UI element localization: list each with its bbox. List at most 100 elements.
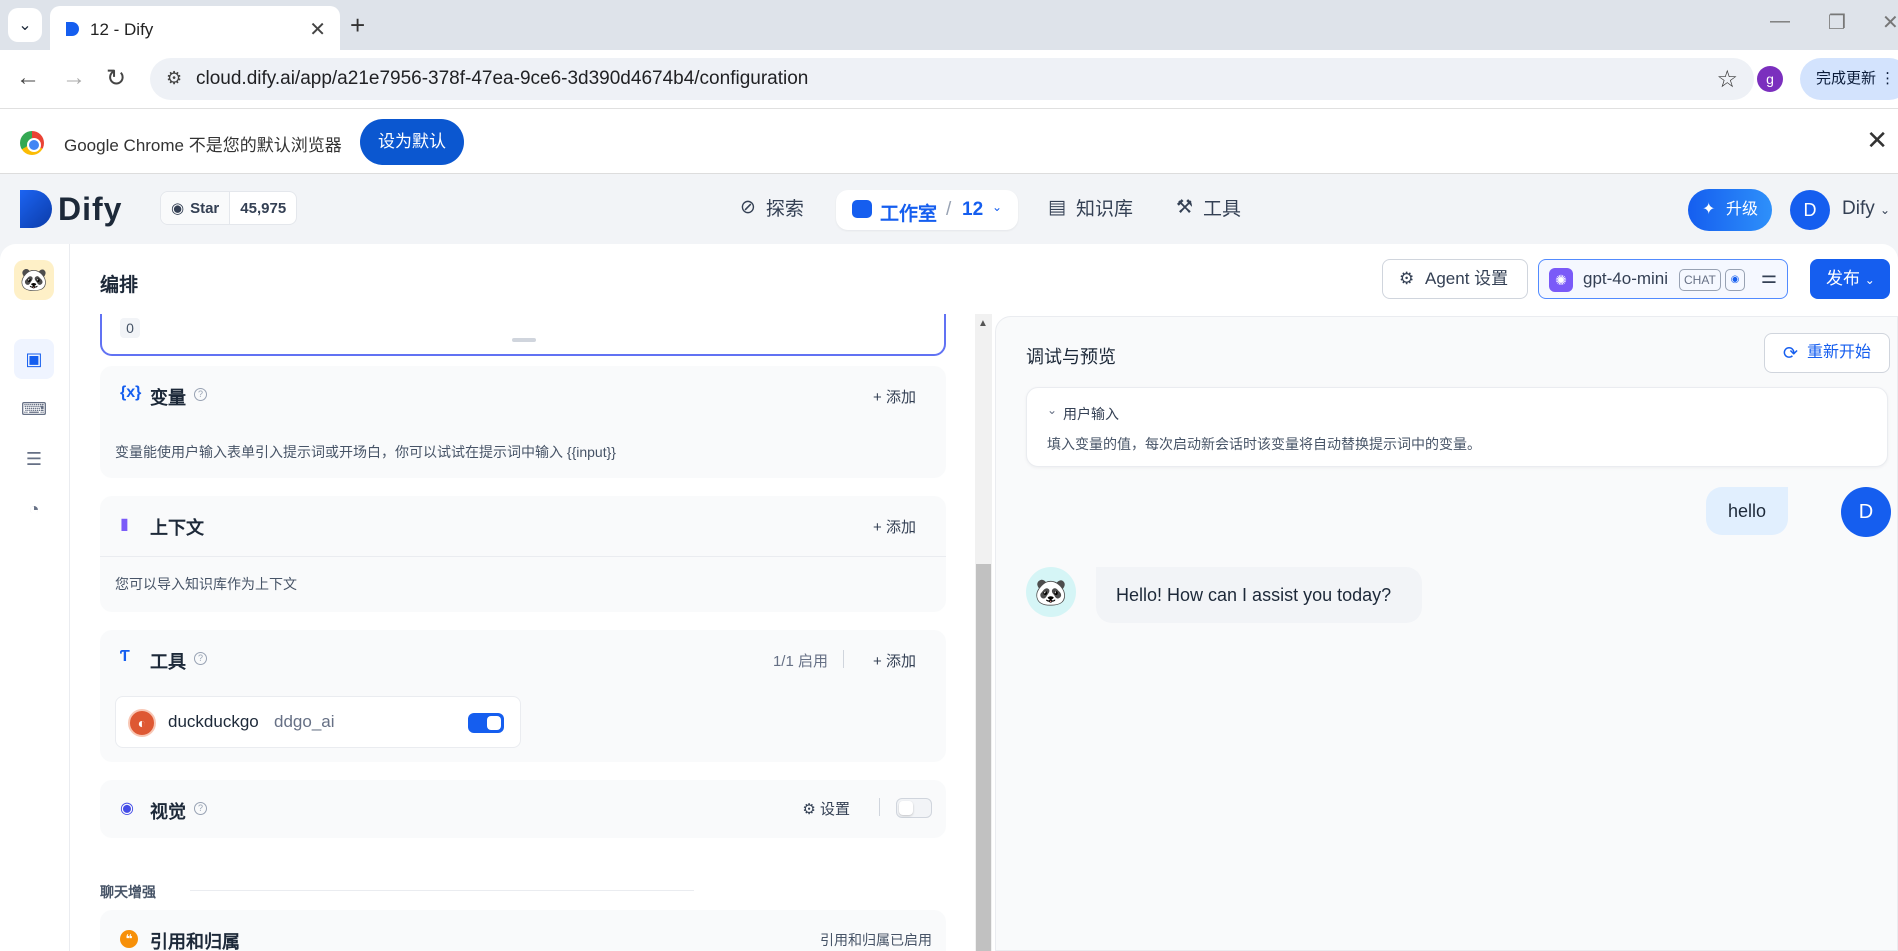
orchestrate-icon[interactable]: ▣: [14, 339, 54, 379]
account-avatar[interactable]: D: [1790, 190, 1830, 230]
scroll-thumb[interactable]: [976, 564, 991, 951]
help-icon[interactable]: ?: [194, 802, 207, 815]
logs-icon[interactable]: ☰: [14, 439, 54, 479]
nav-studio[interactable]: 工作室 / 12 ⌄: [836, 190, 1018, 230]
tool-name: ddgo_ai: [274, 712, 335, 731]
agent-settings-button[interactable]: ⚙ Agent 设置: [1382, 259, 1528, 299]
vision-settings-label: 设置: [819, 801, 850, 818]
tab-search-button[interactable]: ⌄: [8, 8, 42, 42]
update-button[interactable]: 完成更新 ⋮: [1800, 58, 1898, 100]
sliders-icon[interactable]: ⚌: [1761, 267, 1777, 288]
github-star-widget[interactable]: ◉ Star 45,975: [160, 191, 298, 225]
dify-logo-mark-icon: [20, 190, 52, 228]
forward-icon[interactable]: →: [62, 64, 86, 92]
monitoring-icon[interactable]: ◔: [14, 489, 54, 529]
vision-icon: ◉: [1725, 269, 1745, 291]
restart-button[interactable]: 重新开始: [1764, 333, 1890, 373]
scroll-up-icon[interactable]: ▲: [978, 318, 988, 329]
bookmark-star-icon[interactable]: ☆: [1716, 65, 1738, 94]
model-selector[interactable]: ✺ gpt-4o-mini CHAT ◉ ⚌: [1538, 259, 1788, 299]
prompt-char-count: 0: [120, 318, 140, 338]
browser-toolbar: ← → ↻ ⚙ cloud.dify.ai/app/a21e7956-378f-…: [0, 50, 1898, 108]
variables-section: {x} 变量 ? + 添加 变量能使用户输入表单引入提示词或开场白，你可以试试在…: [100, 366, 946, 478]
tools-section: Ƭ 工具 ? 1/1 启用 + 添加 ◐ duckduckgo ddgo_ai: [100, 630, 946, 762]
model-mode-badge: CHAT: [1679, 269, 1721, 291]
tab-title: 12 - Dify: [90, 20, 154, 39]
browser-tab[interactable]: 12 - Dify ✕: [50, 6, 340, 50]
agent-settings-label: Agent 设置: [1425, 269, 1509, 288]
tool-enable-toggle[interactable]: [468, 713, 504, 733]
user-input-title[interactable]: 用户输入: [1063, 404, 1119, 424]
user-input-description: 填入变量的值，每次启动新会话时该变量将自动替换提示词中的变量。: [1047, 436, 1481, 452]
url-text[interactable]: cloud.dify.ai/app/a21e7956-378f-47ea-9ce…: [196, 68, 808, 90]
publish-button[interactable]: 发布 ⌄: [1810, 259, 1890, 299]
new-tab-icon[interactable]: +: [350, 10, 365, 41]
duckduckgo-icon: ◐: [128, 709, 156, 737]
tools-enabled-count: 1/1 启用: [772, 653, 828, 670]
vision-section: ◉ 视觉 ? ⚙ 设置: [100, 780, 946, 838]
nav-tools[interactable]: ⚒ 工具: [1176, 194, 1241, 221]
minimize-icon[interactable]: —: [1770, 10, 1790, 33]
citation-status: 引用和归属已启用: [820, 932, 932, 948]
hammer-icon: ⚒: [1176, 197, 1194, 218]
context-title: 上下文: [150, 518, 204, 538]
citation-section: ❝ 引用和归属 引用和归属已启用: [100, 910, 946, 951]
group-divider: [190, 890, 694, 891]
section-divider: [843, 650, 844, 668]
restore-icon[interactable]: ❐: [1828, 10, 1846, 35]
debug-preview-panel: 调试与预览 重新开始 ⌄ 用户输入 填入变量的值，每次启动新会话时该变量将自动替…: [995, 316, 1898, 951]
reload-icon[interactable]: ↻: [106, 64, 126, 93]
publish-label: 发布: [1826, 269, 1860, 288]
site-info-icon[interactable]: ⚙: [166, 68, 182, 89]
chevron-down-icon: ⌄: [1880, 203, 1891, 217]
dify-logo[interactable]: Dify: [20, 190, 122, 228]
section-divider: [100, 556, 946, 557]
config-scrollbar[interactable]: ▲: [975, 314, 992, 951]
account-name: Dify: [1842, 198, 1875, 219]
infobar-close-icon[interactable]: ✕: [1866, 125, 1888, 156]
tool-icon: Ƭ: [120, 648, 130, 665]
set-default-button[interactable]: 设为默认: [360, 119, 464, 165]
help-icon[interactable]: ?: [194, 388, 207, 401]
debug-title: 调试与预览: [1026, 347, 1116, 367]
help-icon[interactable]: ?: [194, 652, 207, 665]
terminal-icon[interactable]: ⌨: [14, 389, 54, 429]
nav-explore-label: 探索: [765, 199, 804, 220]
resize-handle[interactable]: [512, 338, 536, 342]
profile-avatar[interactable]: g: [1757, 66, 1783, 92]
nav-knowledge[interactable]: ▤ 知识库: [1048, 194, 1133, 221]
citation-title: 引用和归属: [150, 932, 240, 951]
book-icon: ▤: [1048, 197, 1066, 218]
chevron-down-icon[interactable]: ⌄: [1047, 403, 1057, 417]
add-variable-button[interactable]: + 添加: [873, 386, 916, 407]
section-divider: [879, 798, 880, 816]
github-icon: ◉: [171, 200, 185, 217]
page-title: 编排: [100, 275, 139, 296]
add-context-button[interactable]: + 添加: [873, 516, 916, 537]
upgrade-button[interactable]: 升级: [1688, 189, 1772, 231]
account-menu[interactable]: Dify ⌄: [1842, 198, 1890, 220]
nav-studio-app: 12: [962, 199, 984, 220]
vision-toggle[interactable]: [896, 798, 932, 818]
address-bar[interactable]: ⚙ cloud.dify.ai/app/a21e7956-378f-47ea-9…: [150, 58, 1754, 100]
add-tool-label: 添加: [885, 653, 916, 670]
compass-icon: ⊘: [740, 197, 756, 218]
chevron-down-icon: ⌄: [1864, 273, 1875, 287]
prompt-editor[interactable]: 0: [100, 314, 946, 356]
nav-explore[interactable]: ⊘ 探索: [740, 194, 804, 221]
tool-provider: duckduckgo: [168, 712, 259, 731]
github-star-label: Star: [190, 199, 220, 217]
browser-tab-bar: ⌄ 12 - Dify ✕ + — ❐ ✕: [0, 0, 1898, 50]
vision-settings-button[interactable]: ⚙ 设置: [802, 798, 850, 819]
back-icon[interactable]: ←: [16, 64, 40, 92]
openai-icon: ✺: [1549, 268, 1573, 292]
model-name: gpt-4o-mini: [1583, 269, 1669, 288]
tab-close-icon[interactable]: ✕: [309, 17, 326, 42]
app-icon[interactable]: 🐼: [14, 260, 54, 300]
nav-knowledge-label: 知识库: [1075, 199, 1133, 220]
close-window-icon[interactable]: ✕: [1882, 10, 1898, 35]
add-tool-button[interactable]: + 添加: [873, 650, 916, 671]
assistant-message: Hello! How can I assist you today?: [1096, 567, 1422, 623]
quote-icon: ❝: [120, 930, 138, 948]
tool-item[interactable]: ◐ duckduckgo ddgo_ai: [115, 696, 521, 748]
